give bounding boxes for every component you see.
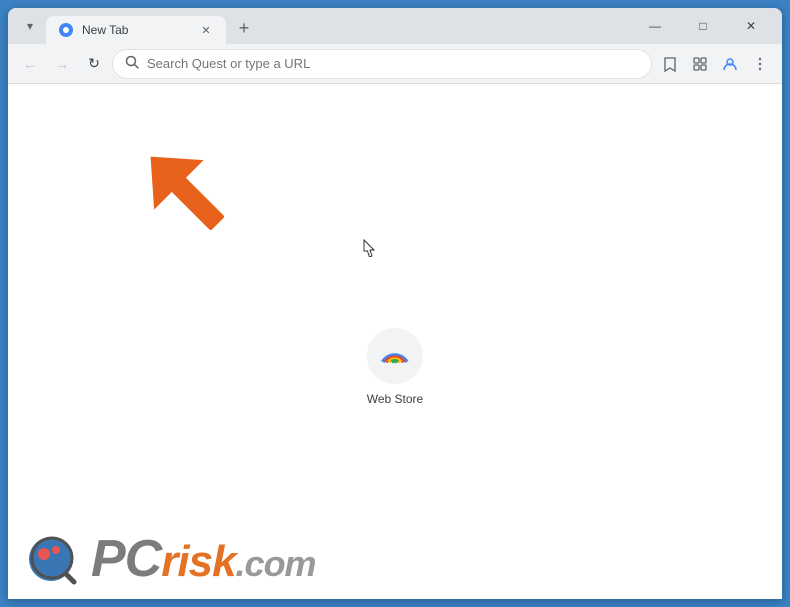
profile-button[interactable] xyxy=(716,50,744,78)
webstore-icon xyxy=(379,340,411,372)
reload-button[interactable]: ↻ xyxy=(80,50,108,78)
webstore-shortcut[interactable]: Web Store xyxy=(367,328,423,406)
tab-close-button[interactable]: ✕ xyxy=(198,22,214,38)
pc-text: PC xyxy=(91,530,161,588)
arrow-svg xyxy=(138,134,248,264)
extensions-button[interactable] xyxy=(686,50,714,78)
maximize-button[interactable]: □ xyxy=(680,12,726,40)
mouse-cursor xyxy=(363,239,375,257)
toolbar-actions xyxy=(656,50,774,78)
forward-button[interactable]: → xyxy=(48,50,76,78)
tab-strip: ▾ New Tab ✕ + xyxy=(8,8,632,44)
search-icon xyxy=(125,55,139,72)
back-button[interactable]: ← xyxy=(16,50,44,78)
window-controls: — □ ✕ xyxy=(632,8,782,44)
minimize-button[interactable]: — xyxy=(632,12,678,40)
webstore-label: Web Store xyxy=(367,392,423,406)
risk-text: risk xyxy=(161,537,235,586)
dotcom-text: .com xyxy=(236,543,316,584)
browser-content: Web Store xyxy=(8,84,782,599)
shortcuts-container: Web Store xyxy=(367,328,423,406)
close-button[interactable]: ✕ xyxy=(728,12,774,40)
tab-title: New Tab xyxy=(82,23,190,37)
webstore-icon-container xyxy=(367,328,423,384)
url-input[interactable] xyxy=(147,56,639,71)
new-tab-button[interactable]: + xyxy=(230,14,258,42)
tab-dropdown-button[interactable]: ▾ xyxy=(16,12,44,40)
logo-svg xyxy=(24,532,79,587)
bookmark-button[interactable] xyxy=(656,50,684,78)
pcrisk-logo xyxy=(24,532,79,587)
active-tab[interactable]: New Tab ✕ xyxy=(46,16,226,44)
watermark-text: PCrisk.com xyxy=(91,533,316,585)
tab-favicon xyxy=(58,22,74,38)
browser-window: ▾ New Tab ✕ + — □ ✕ ← → ↻ xyxy=(8,8,782,599)
toolbar: ← → ↻ xyxy=(8,44,782,84)
watermark: PCrisk.com xyxy=(8,519,782,599)
menu-button[interactable] xyxy=(746,50,774,78)
address-bar[interactable] xyxy=(112,49,652,79)
title-bar: ▾ New Tab ✕ + — □ ✕ xyxy=(8,8,782,44)
